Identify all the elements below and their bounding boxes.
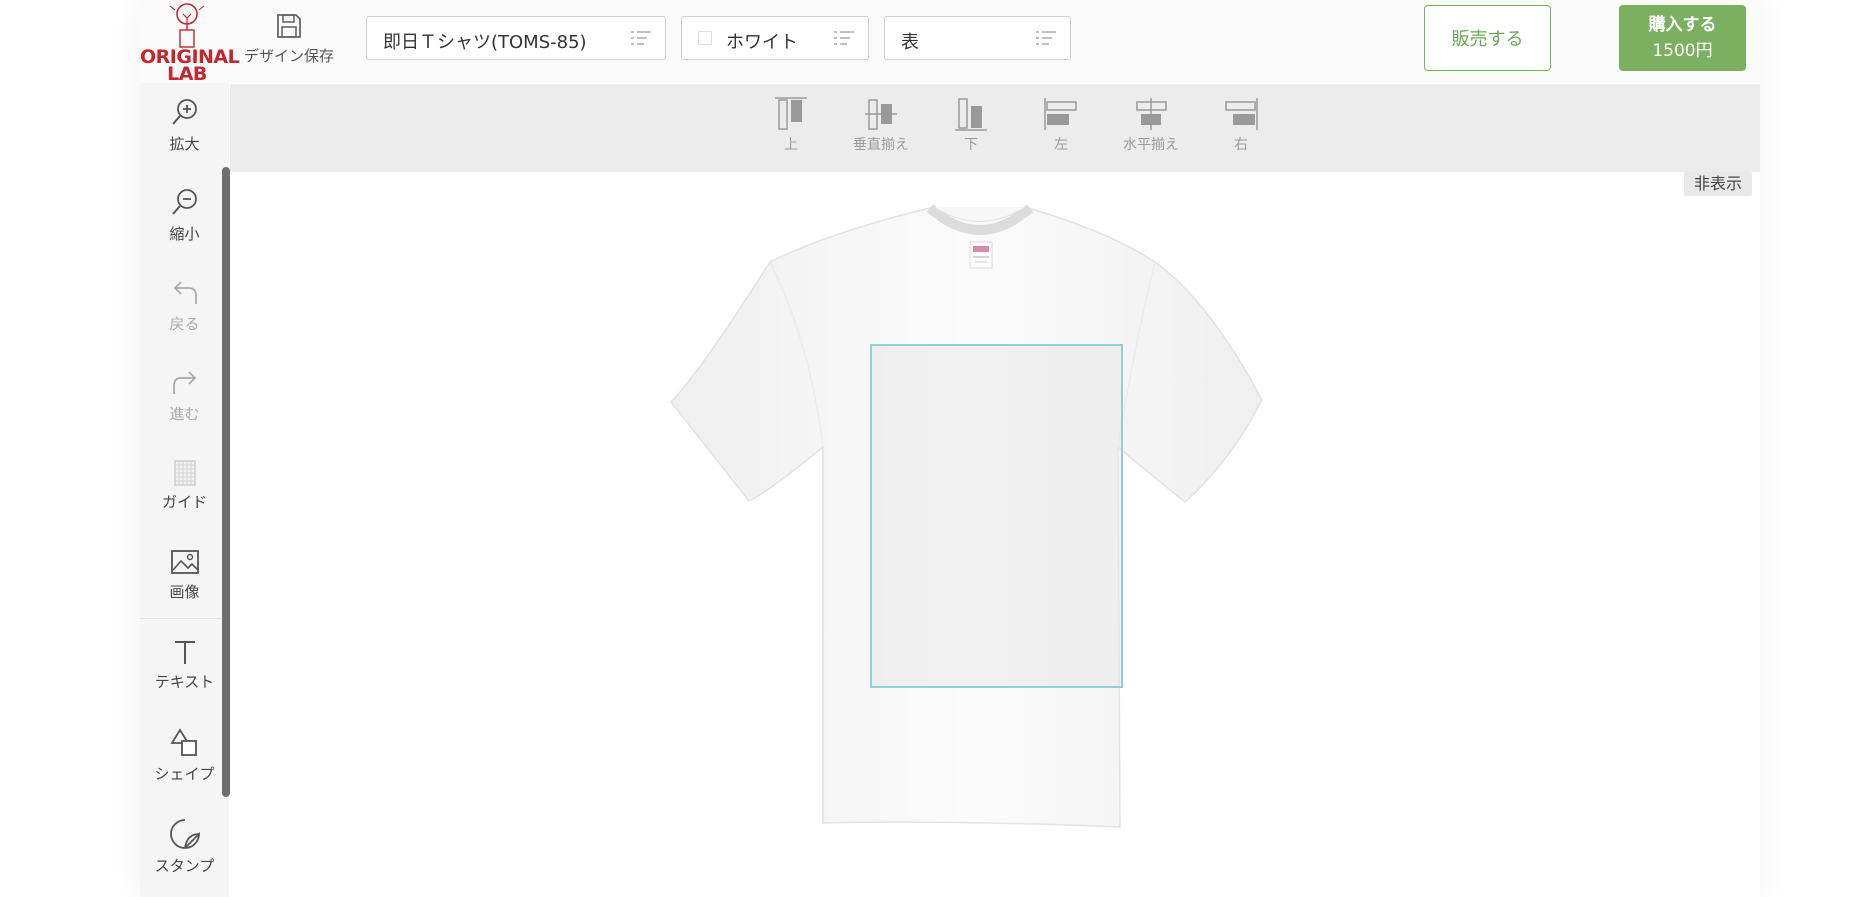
logo-line-2: LAB [167, 63, 207, 85]
tool-label: スタンプ [154, 857, 215, 875]
stamp-icon [169, 819, 200, 849]
align-left-icon [1044, 98, 1077, 130]
image-button[interactable]: 画像 [140, 533, 229, 619]
align-label: 下 [964, 137, 978, 153]
lightbulb-icon [169, 3, 205, 48]
grid-icon [174, 460, 195, 486]
tool-label: 画像 [169, 583, 200, 601]
zoom-in-icon [171, 99, 197, 125]
align-vertical-center-icon [865, 99, 897, 130]
tool-label: 拡大 [169, 135, 200, 153]
print-area[interactable] [870, 344, 1123, 688]
list-icon [834, 31, 854, 45]
tool-label: ガイド [161, 493, 207, 511]
align-top-button[interactable]: 上 [751, 96, 831, 168]
tool-label: シェイプ [154, 765, 215, 783]
undo-icon [173, 281, 197, 304]
side-select-value: 表 [901, 32, 919, 53]
redo-icon [172, 371, 196, 394]
tool-label: 進む [169, 405, 200, 423]
text-button[interactable]: テキスト [140, 623, 229, 709]
side-select[interactable]: 表 [884, 16, 1071, 60]
stamp-button[interactable]: スタンプ [140, 803, 229, 889]
align-top-icon [775, 97, 807, 130]
zoom-out-button[interactable]: 縮小 [140, 173, 229, 259]
buy-label: 購入する [1648, 15, 1717, 35]
sell-label: 販売する [1451, 29, 1524, 50]
shape-button[interactable]: シェイプ [140, 713, 229, 799]
color-select-value: ホワイト [726, 32, 798, 53]
logo-text: ORIGINAL LAB [140, 48, 240, 85]
align-bottom-button[interactable]: 下 [931, 96, 1011, 168]
align-horizontal-center-button[interactable]: 水平揃え [1111, 96, 1191, 168]
product-select-value: 即日Ｔシャツ(TOMS-85) [383, 32, 587, 53]
original-lab-logo[interactable]: ORIGINAL LAB [140, 0, 240, 85]
list-icon [1036, 31, 1056, 45]
buy-button[interactable]: 購入する 1500円 [1619, 5, 1746, 71]
top-header: ORIGINAL LAB デザイン保存 即日Ｔシャツ(TOMS-85) ホワイト [140, 0, 1760, 85]
tool-sidebar: 拡大 縮小 戻る 進む ガイド 画像 テキスト シェイプ スタンプ [140, 83, 230, 897]
sidebar-scrollbar[interactable] [222, 167, 230, 797]
product-select[interactable]: 即日Ｔシャツ(TOMS-85) [366, 16, 666, 60]
redo-button[interactable]: 進む [140, 353, 229, 439]
align-label: 左 [1054, 137, 1068, 153]
undo-button[interactable]: 戻る [140, 263, 229, 349]
zoom-in-button[interactable]: 拡大 [140, 83, 229, 169]
save-design-button[interactable]: デザイン保存 [244, 6, 334, 76]
tshirt-image [670, 204, 1263, 828]
save-label: デザイン保存 [244, 47, 335, 65]
design-canvas[interactable] [230, 172, 1760, 897]
align-bottom-icon [955, 98, 987, 131]
hide-label: 非表示 [1693, 174, 1742, 193]
zoom-out-icon [171, 189, 197, 215]
align-right-icon [1225, 98, 1258, 130]
tool-label: テキスト [154, 673, 215, 691]
align-label: 上 [784, 137, 798, 153]
align-toolbar: 上 垂直揃え 下 左 水平揃え 右 [230, 84, 1760, 172]
align-horizontal-center-icon [1136, 98, 1167, 130]
align-label: 水平揃え [1123, 137, 1179, 153]
align-left-button[interactable]: 左 [1021, 96, 1101, 168]
tool-label: 縮小 [169, 225, 200, 243]
list-icon [631, 31, 651, 45]
align-label: 右 [1234, 137, 1248, 153]
align-right-button[interactable]: 右 [1201, 96, 1281, 168]
align-label: 垂直揃え [853, 137, 909, 153]
align-vertical-center-button[interactable]: 垂直揃え [841, 96, 921, 168]
save-icon [277, 14, 301, 38]
color-select[interactable]: ホワイト [681, 16, 869, 60]
text-icon [174, 641, 195, 664]
guide-button[interactable]: ガイド [140, 445, 229, 531]
shape-icon [169, 728, 197, 756]
buy-price: 1500円 [1652, 41, 1713, 61]
editor-app: ORIGINAL LAB デザイン保存 即日Ｔシャツ(TOMS-85) ホワイト [140, 0, 1760, 897]
color-swatch [698, 31, 712, 45]
tool-label: 戻る [169, 315, 200, 333]
image-icon [170, 550, 199, 574]
sell-button[interactable]: 販売する [1424, 5, 1551, 71]
hide-toolbar-button[interactable]: 非表示 [1684, 172, 1752, 196]
